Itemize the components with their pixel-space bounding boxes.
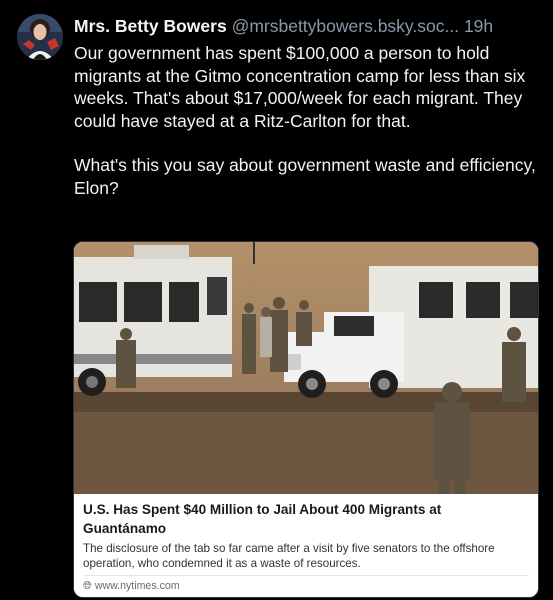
- author-handle[interactable]: @mrsbettybowers.bsky.soc...: [232, 16, 460, 36]
- avatar[interactable]: [17, 14, 63, 60]
- post-paragraph: What's this you say about government was…: [74, 155, 536, 198]
- link-card-description: The disclosure of the tab so far came af…: [83, 542, 495, 570]
- link-card[interactable]: U.S. Has Spent $40 Million to Jail About…: [73, 241, 539, 598]
- post-text: Our government has spent $100,000 a pers…: [74, 42, 542, 200]
- link-card-domain: www.nytimes.com: [94, 580, 180, 592]
- globe-icon: 🌐︎: [83, 579, 92, 592]
- post[interactable]: Mrs. Betty Bowers @mrsbettybowers.bsky.s…: [0, 0, 553, 600]
- post-header: Mrs. Betty Bowers @mrsbettybowers.bsky.s…: [74, 15, 545, 37]
- link-card-title[interactable]: U.S. Has Spent $40 Million to Jail About…: [83, 500, 523, 538]
- link-card-divider: [83, 575, 529, 576]
- link-card-body: U.S. Has Spent $40 Million to Jail About…: [74, 494, 538, 597]
- link-card-photo: [74, 242, 538, 494]
- author-name[interactable]: Mrs. Betty Bowers: [74, 16, 227, 36]
- post-paragraph: Our government has spent $100,000 a pers…: [74, 43, 526, 131]
- profile-photo-icon: [17, 14, 63, 60]
- post-timestamp[interactable]: 19h: [464, 16, 493, 36]
- link-card-source[interactable]: 🌐︎ www.nytimes.com: [83, 580, 180, 592]
